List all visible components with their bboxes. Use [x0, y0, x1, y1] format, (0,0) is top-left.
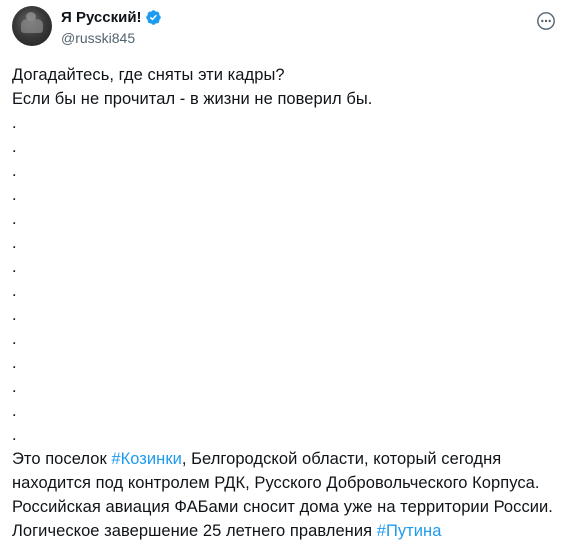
dot-line: . [12, 354, 17, 372]
tweet-text-span: Логическое завершение 25 летнего правлен… [12, 522, 377, 540]
avatar-figure-body [21, 19, 43, 33]
tweet-text: Догадайтесь, где сняты эти кадры? Если б… [12, 63, 568, 543]
tweet-line: Российская авиация ФАБами сносит дома уж… [12, 498, 553, 516]
tweet-card: Я Русский! @russki845 Догадайтесь, где с… [0, 0, 575, 544]
hashtag-link[interactable]: #Козинки [111, 450, 182, 468]
dot-line: . [12, 426, 17, 444]
dot-line: . [12, 402, 17, 420]
tweet-text-span: Это поселок [12, 450, 112, 468]
dot-line: . [12, 186, 17, 204]
dot-line: . [12, 234, 17, 252]
tweet-line: находится под контролем РДК, Русского До… [12, 474, 540, 492]
display-name-row: Я Русский! [61, 8, 162, 27]
tweet-line: Логическое завершение 25 летнего правлен… [12, 519, 568, 543]
dot-line: . [12, 282, 17, 300]
dot-line: . [12, 114, 17, 132]
verified-badge-icon [145, 10, 161, 25]
dot-line: . [12, 162, 17, 180]
dot-line: . [12, 210, 17, 228]
dot-line: . [12, 258, 17, 276]
tweet-text-span: , Белгородской области, который сегодня [181, 450, 502, 468]
more-options-glyph [537, 12, 555, 30]
tweet-line: Это поселок #Козинки, Белгородской облас… [12, 447, 568, 471]
avatar[interactable] [12, 6, 52, 46]
display-name[interactable]: Я Русский! [61, 9, 142, 26]
dot-line: . [12, 378, 17, 396]
dot-line: . [12, 306, 17, 324]
tweet-line: Догадайтесь, где сняты эти кадры? [12, 66, 285, 84]
hashtag-link[interactable]: #Путина [377, 522, 442, 540]
dot-line: . [12, 138, 17, 156]
dot-line: . [12, 330, 17, 348]
tweet-header: Я Русский! @russki845 [12, 6, 563, 50]
author-handle[interactable]: @russki845 [61, 30, 162, 46]
tweet-line: Если бы не прочитал - в жизни не поверил… [12, 90, 373, 108]
author-names: Я Русский! @russki845 [61, 8, 162, 46]
more-options-icon[interactable] [535, 10, 557, 32]
